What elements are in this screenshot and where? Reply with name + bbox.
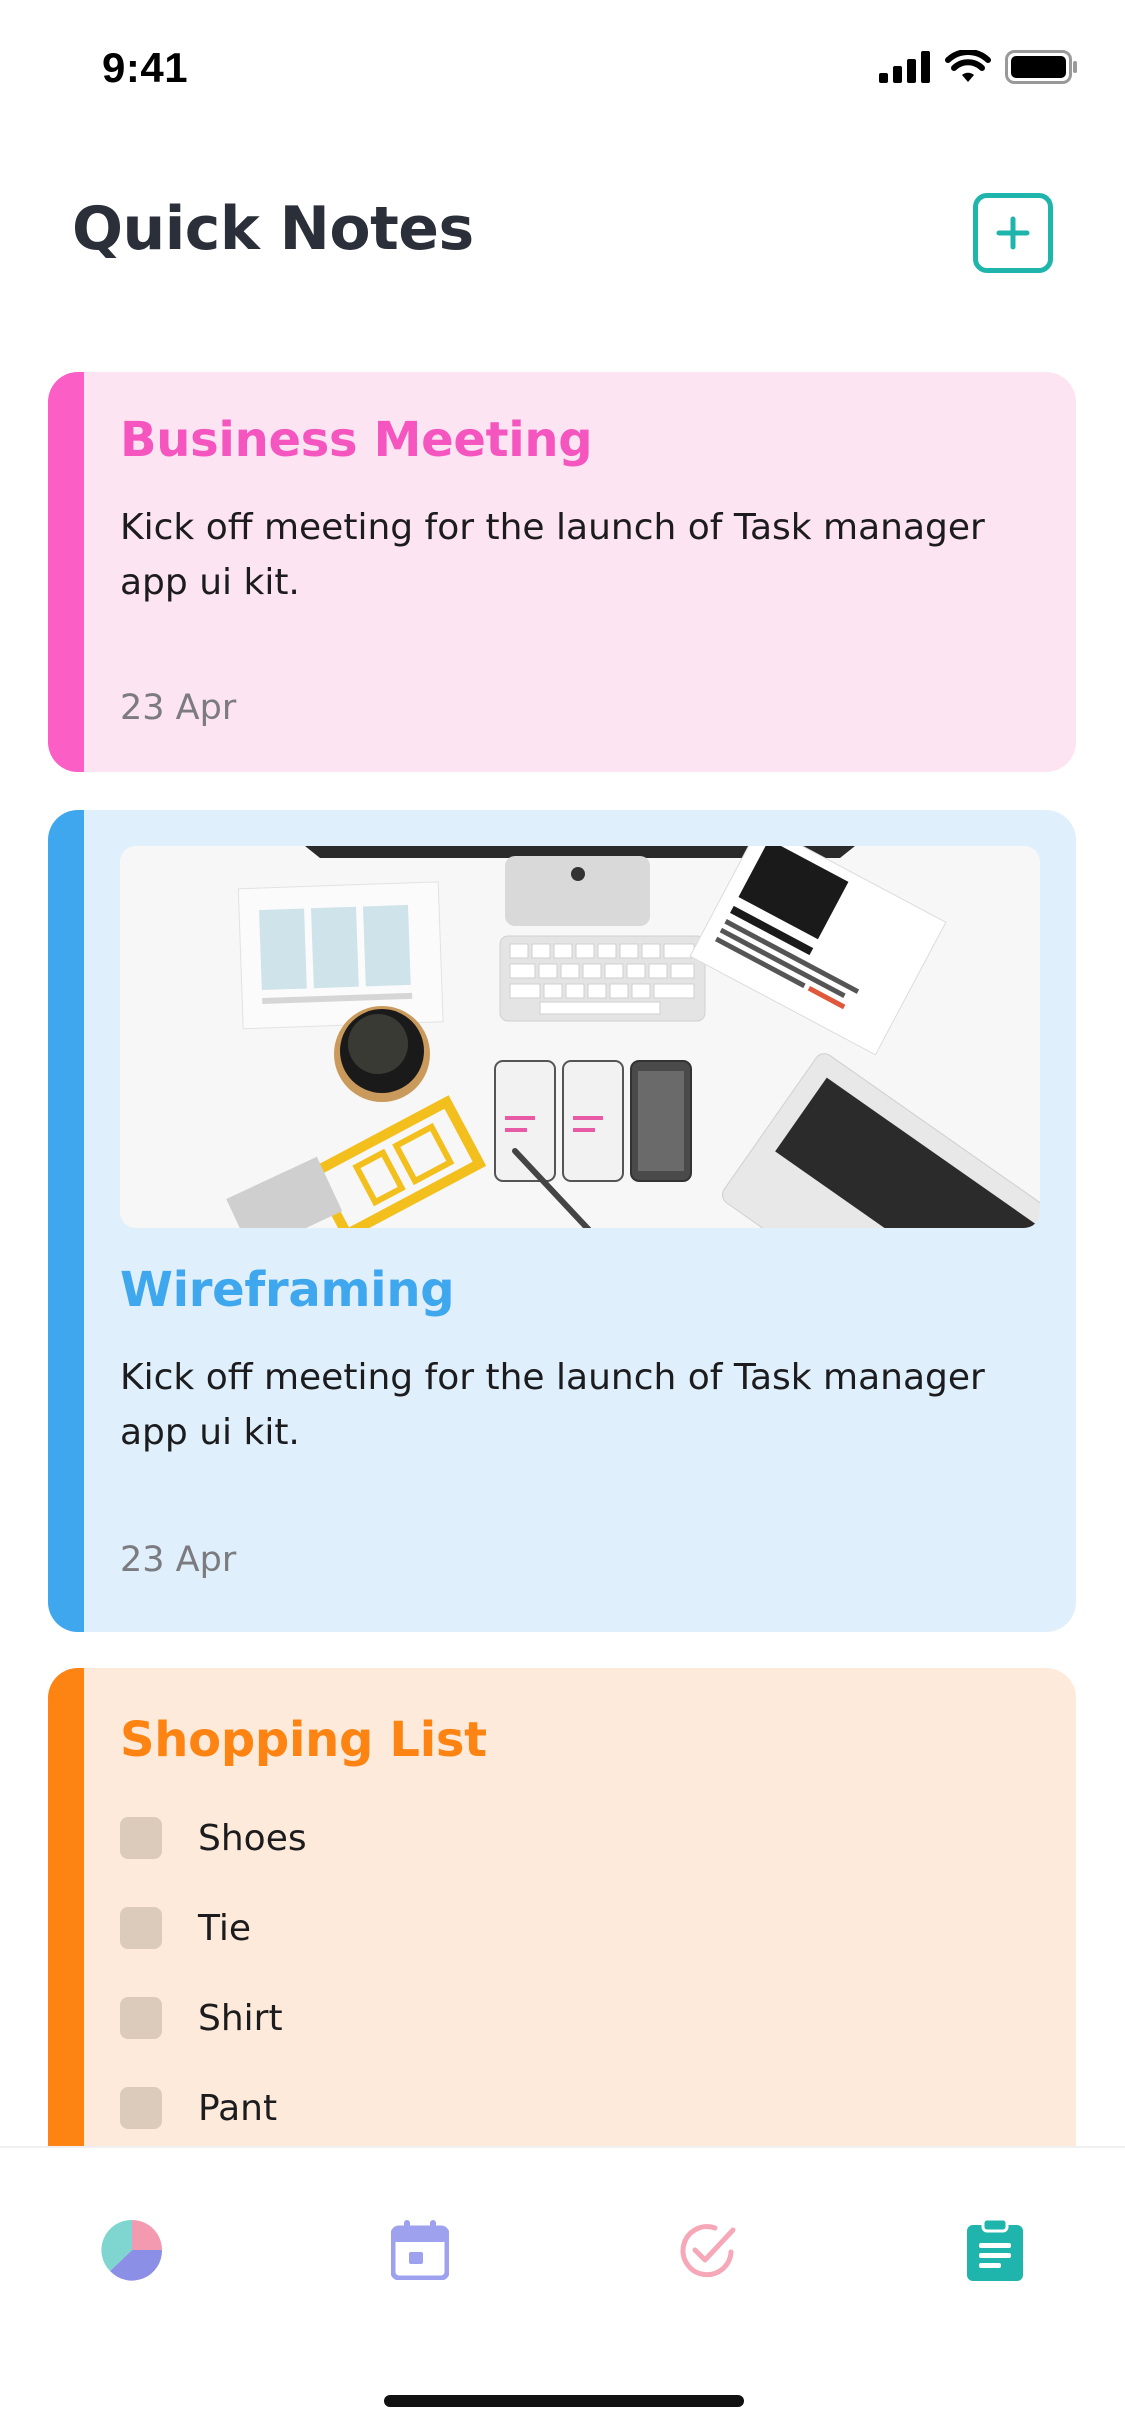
tab-dashboard[interactable] [92, 2210, 172, 2290]
checklist-item-label: Tie [198, 1907, 252, 1949]
quick-notes-screen: 9:41 Quick Notes Business Meeting Kick o… [0, 0, 1125, 2436]
note-content: Business Meeting Kick off meeting for th… [120, 372, 1040, 772]
note-content: Wireframing Kick off meeting for the lau… [120, 810, 1040, 1632]
tab-notes[interactable] [955, 2210, 1035, 2290]
check-circle-icon [680, 2224, 736, 2278]
tab-calendar[interactable] [380, 2210, 460, 2290]
checklist-item-label: Pant [198, 2087, 278, 2129]
battery-icon [1005, 50, 1077, 84]
note-title: Shopping List [120, 1712, 487, 1768]
add-note-button[interactable] [973, 193, 1053, 273]
checkbox[interactable] [120, 1817, 162, 1859]
tab-tasks[interactable] [667, 2210, 747, 2290]
checklist-item[interactable]: Shoes [120, 1815, 307, 1861]
checklist-item[interactable]: Shirt [120, 1995, 283, 2041]
checklist-item-label: Shoes [198, 1817, 307, 1859]
bottom-tab-bar [0, 2146, 1125, 2436]
wifi-icon [945, 50, 991, 82]
checklist-item-label: Shirt [198, 1997, 283, 2039]
note-date: 23 Apr [120, 1540, 237, 1580]
checklist-item[interactable]: Tie [120, 1905, 251, 1951]
clipboard-icon [967, 2219, 1023, 2281]
note-description: Kick off meeting for the launch of Task … [120, 1357, 985, 1453]
pie-chart-icon [101, 2219, 163, 2281]
note-accent-bar [48, 372, 84, 772]
home-indicator[interactable] [384, 2395, 744, 2407]
checkbox[interactable] [120, 1907, 162, 1949]
status-time: 9:41 [102, 44, 189, 91]
note-accent-bar [48, 810, 84, 1632]
note-description: Kick off meeting for the launch of Task … [120, 507, 985, 603]
desk-workspace-photo [120, 846, 1040, 1228]
note-title: Wireframing [120, 1262, 455, 1318]
note-title: Business Meeting [120, 412, 593, 468]
checkbox[interactable] [120, 2087, 162, 2129]
checklist-item[interactable]: Pant [120, 2085, 277, 2131]
calendar-icon [391, 2220, 449, 2280]
cellular-signal-icon [879, 51, 930, 83]
note-card-wireframing[interactable]: Wireframing Kick off meeting for the lau… [48, 810, 1076, 1632]
note-date: 23 Apr [120, 688, 237, 728]
status-icons [879, 50, 1079, 84]
checkbox[interactable] [120, 1997, 162, 2039]
plus-icon [996, 216, 1030, 250]
page-title: Quick Notes [72, 194, 474, 264]
note-card-business-meeting[interactable]: Business Meeting Kick off meeting for th… [48, 372, 1076, 772]
